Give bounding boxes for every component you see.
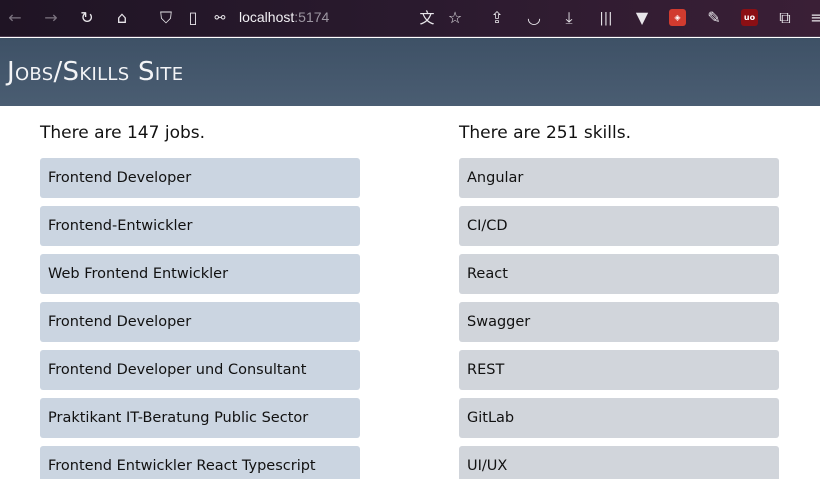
skill-item[interactable]: Angular bbox=[459, 158, 779, 198]
site-header: Jobs/Skills Site bbox=[0, 38, 820, 106]
home-icon[interactable]: ⌂ bbox=[111, 7, 133, 29]
jobs-list: Frontend Developer Frontend-Entwickler W… bbox=[40, 158, 360, 479]
browser-toolbar: ← → ↻ ⌂ ⛉ ▯ ⚯ localhost:5174 文 ☆ ⇪ ◡ ⤓ |… bbox=[0, 0, 820, 37]
extension-puzzle-icon[interactable]: ⇪ bbox=[486, 7, 508, 29]
page-icon[interactable]: ▯ bbox=[182, 7, 204, 29]
job-item[interactable]: Frontend-Entwickler bbox=[40, 206, 360, 246]
ublock-icon[interactable]: uo bbox=[741, 9, 758, 26]
job-item[interactable]: Praktikant IT-Beratung Public Sector bbox=[40, 398, 360, 438]
bookmark-star-icon[interactable]: ☆ bbox=[444, 7, 466, 29]
skill-item[interactable]: CI/CD bbox=[459, 206, 779, 246]
skill-item[interactable]: React bbox=[459, 254, 779, 294]
forward-arrow-icon[interactable]: → bbox=[40, 7, 62, 29]
pocket-icon[interactable]: ◡ bbox=[523, 7, 545, 29]
job-item[interactable]: Frontend Developer bbox=[40, 302, 360, 342]
vue-devtools-icon[interactable]: ▼ bbox=[631, 7, 653, 29]
shield-icon[interactable]: ⛉ bbox=[155, 7, 177, 29]
job-item[interactable]: Frontend Developer und Consultant bbox=[40, 350, 360, 390]
site-title: Jobs/Skills Site bbox=[7, 57, 184, 87]
color-picker-icon[interactable]: ✎ bbox=[703, 7, 725, 29]
permissions-icon[interactable]: ⚯ bbox=[209, 7, 231, 29]
skill-item[interactable]: GitLab bbox=[459, 398, 779, 438]
translate-icon[interactable]: 文 bbox=[416, 7, 438, 29]
skills-count-heading: There are 251 skills. bbox=[459, 123, 631, 143]
address-bar[interactable]: localhost:5174 bbox=[239, 9, 329, 25]
skill-item[interactable]: UI/UX bbox=[459, 446, 779, 479]
extension-badge-icon[interactable]: ◈ bbox=[669, 9, 686, 26]
extensions-icon[interactable]: ⧉ bbox=[774, 7, 796, 29]
skill-item[interactable]: Swagger bbox=[459, 302, 779, 342]
back-arrow-icon[interactable]: ← bbox=[4, 7, 26, 29]
url-port: :5174 bbox=[294, 9, 330, 25]
job-item[interactable]: Web Frontend Entwickler bbox=[40, 254, 360, 294]
download-icon[interactable]: ⤓ bbox=[558, 7, 580, 29]
skill-item[interactable]: REST bbox=[459, 350, 779, 390]
reload-icon[interactable]: ↻ bbox=[76, 7, 98, 29]
library-icon[interactable]: ||| bbox=[595, 7, 617, 29]
job-item[interactable]: Frontend Entwickler React Typescript bbox=[40, 446, 360, 479]
job-item[interactable]: Frontend Developer bbox=[40, 158, 360, 198]
jobs-count-heading: There are 147 jobs. bbox=[40, 123, 206, 143]
menu-icon[interactable]: ≡ bbox=[806, 7, 820, 29]
skills-list: Angular CI/CD React Swagger REST GitLab … bbox=[459, 158, 779, 479]
url-host: localhost bbox=[239, 9, 295, 25]
